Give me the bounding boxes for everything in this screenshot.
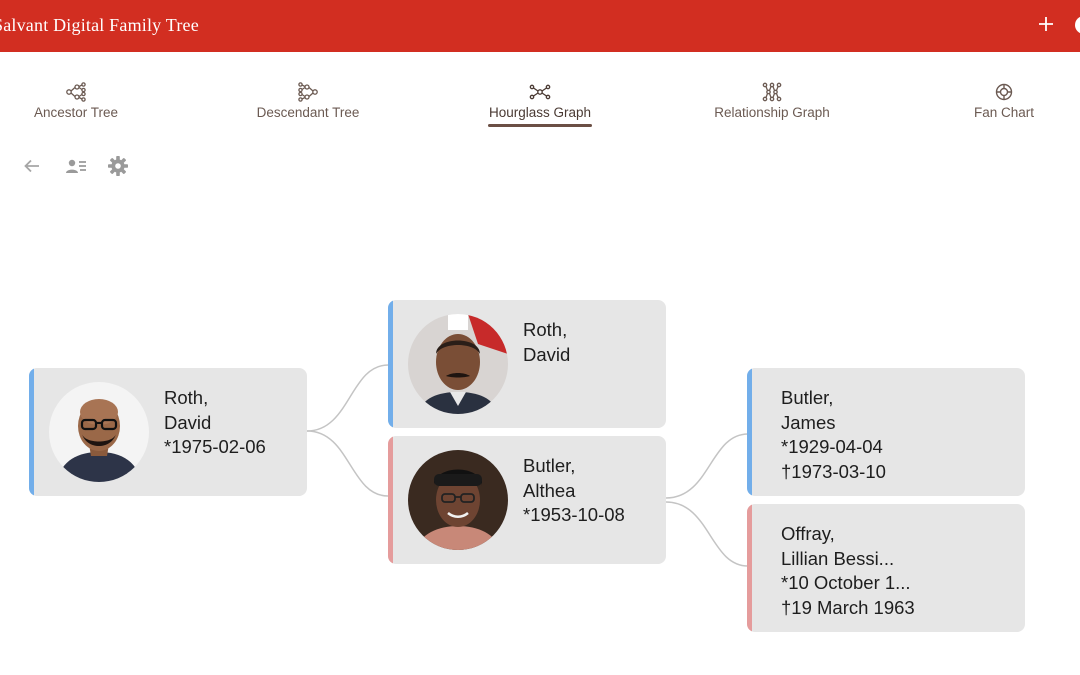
tab-label: Ancestor Tree [33, 105, 119, 120]
tab-hourglass-graph[interactable]: Hourglass Graph [440, 80, 640, 128]
relationship-graph-icon [762, 82, 782, 102]
gender-bar [747, 504, 752, 632]
person-given-name: David [523, 343, 571, 365]
person-details: Roth, David [523, 318, 570, 367]
gear-icon[interactable] [106, 154, 130, 178]
person-details: Roth, David *1975-02-06 [164, 386, 266, 460]
tab-label: Descendant Tree [256, 105, 360, 120]
tab-ancestor-tree[interactable]: Ancestor Tree [0, 80, 176, 128]
hourglass-graph-icon [529, 84, 551, 100]
person-details: Butler, James *1929-04-04 †1973-03-10 [781, 386, 886, 484]
person-surname: Butler, [523, 455, 576, 476]
person-card-maternal-grandmother[interactable]: Offray, Lillian Bessi... *10 October 1..… [747, 504, 1025, 632]
gender-bar [388, 300, 393, 428]
person-surname: Butler, [781, 387, 834, 408]
person-surname: Roth, [523, 319, 568, 340]
tab-label: Relationship Graph [714, 105, 830, 120]
tab-label: Hourglass Graph [488, 105, 592, 120]
person-photo [49, 382, 149, 482]
person-given-name: Althea [523, 479, 576, 501]
person-birth: *1975-02-06 [164, 436, 266, 457]
person-card-home[interactable]: Roth, David *1975-02-06 [29, 368, 307, 496]
tab-fan-chart[interactable]: Fan Chart [904, 80, 1080, 128]
person-card-maternal-grandfather[interactable]: Butler, James *1929-04-04 †1973-03-10 [747, 368, 1025, 496]
person-card-father[interactable]: Roth, David [388, 300, 666, 428]
person-death: †19 March 1963 [781, 596, 915, 618]
plus-icon[interactable] [1036, 14, 1056, 34]
gender-bar [388, 436, 393, 564]
app-title: Salvant Digital Family Tree [0, 15, 199, 35]
person-photo [408, 450, 508, 550]
active-tab-indicator [488, 124, 592, 127]
person-surname: Roth, [164, 387, 209, 408]
tab-descendant-tree[interactable]: Descendant Tree [208, 80, 408, 128]
user-avatar[interactable] [1075, 16, 1080, 34]
person-details: Offray, Lillian Bessi... *10 October 1..… [781, 522, 915, 620]
arrow-left-icon[interactable] [20, 154, 44, 178]
tab-relationship-graph[interactable]: Relationship Graph [672, 80, 872, 128]
chart-tabs: Ancestor Tree Descendant Tree Hourglass … [0, 80, 1080, 130]
person-birth: *1929-04-04 [781, 436, 883, 457]
person-card-mother[interactable]: Butler, Althea *1953-10-08 [388, 436, 666, 564]
gender-bar [747, 368, 752, 496]
person-given-name: Lillian Bessi... [781, 547, 895, 569]
person-given-name: James [781, 411, 836, 433]
person-details: Butler, Althea *1953-10-08 [523, 454, 625, 528]
person-given-name: David [164, 411, 212, 433]
person-list-icon[interactable] [64, 154, 88, 178]
person-photo [408, 314, 508, 414]
tab-label: Fan Chart [973, 105, 1035, 120]
person-birth: *10 October 1... [781, 572, 911, 593]
fan-chart-icon [995, 83, 1013, 101]
gender-bar [29, 368, 34, 496]
person-death: †1973-03-10 [781, 460, 886, 482]
app-bar: Salvant Digital Family Tree [0, 0, 1080, 52]
person-birth: *1953-10-08 [523, 504, 625, 525]
ancestor-tree-icon [66, 82, 86, 102]
descendant-tree-icon [298, 82, 318, 102]
person-surname: Offray, [781, 523, 835, 544]
